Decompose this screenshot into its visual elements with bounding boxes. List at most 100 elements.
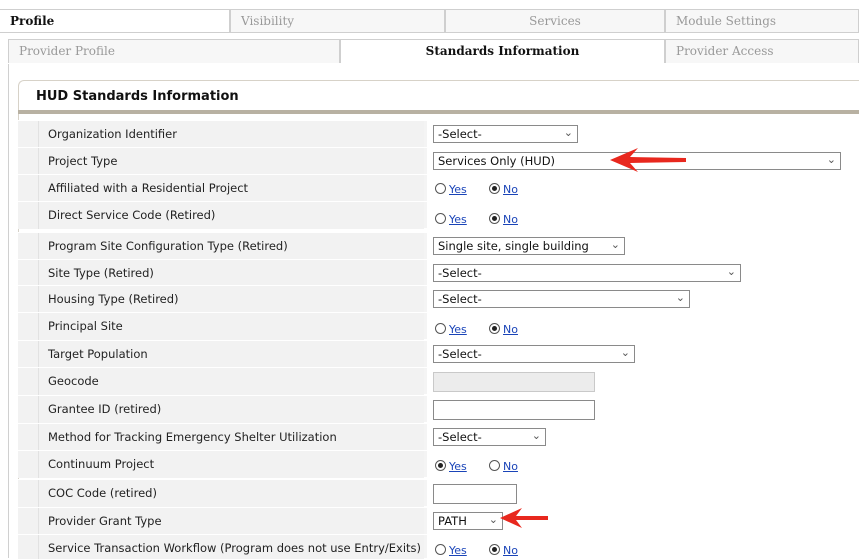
radio-yes-label[interactable]: Yes (449, 183, 467, 196)
row-program-site-config: Program Site Configuration Type (Retired… (18, 232, 859, 260)
row-gutter (18, 368, 39, 395)
radio-no[interactable]: No (489, 543, 518, 557)
site-type-select[interactable]: -Select- ⌄ (433, 264, 741, 282)
tab-visibility-label: Visibility (241, 14, 295, 28)
row-gutter (18, 341, 39, 368)
row-service-transaction-workflow: Service Transaction Workflow (Program do… (18, 534, 859, 559)
radio-yes-label[interactable]: Yes (449, 323, 467, 336)
target-population-select[interactable]: -Select- ⌄ (433, 345, 635, 363)
value-cell (427, 368, 859, 395)
select-value: PATH (438, 514, 467, 528)
row-label: Grantee ID (retired) (48, 402, 162, 416)
chevron-down-icon: ⌄ (531, 429, 541, 442)
row-gutter (18, 175, 39, 202)
tab-standards-information[interactable]: Standards Information (340, 39, 665, 63)
row-label: Provider Grant Type (48, 514, 162, 528)
tab-visibility[interactable]: Visibility (230, 9, 445, 33)
value-cell: Yes No (427, 175, 859, 202)
row-label: Method for Tracking Emergency Shelter Ut… (48, 430, 337, 444)
coc-code-field[interactable] (433, 484, 517, 504)
value-cell: Single site, single building ⌄ (427, 233, 859, 260)
row-site-type: Site Type (Retired) -Select- ⌄ (18, 259, 859, 287)
row-gutter (18, 508, 39, 535)
tab-module-settings[interactable]: Module Settings (665, 9, 859, 33)
top-tab-bar: Profile Visibility Services Module Setti… (0, 0, 859, 33)
radio-no-label[interactable]: No (503, 544, 518, 557)
red-arrow-icon (500, 508, 548, 528)
tracking-method-select[interactable]: -Select- ⌄ (433, 428, 546, 446)
panel-title-rule (18, 110, 859, 114)
value-cell: -Select- ⌄ (427, 341, 859, 368)
radio-yes-label[interactable]: Yes (449, 544, 467, 557)
select-value: Single site, single building (438, 239, 589, 253)
radio-no-label[interactable]: No (503, 460, 518, 473)
chevron-down-icon: ⌄ (826, 153, 836, 166)
value-cell: Yes No (427, 202, 859, 229)
row-gutter (18, 148, 39, 175)
row-gutter (18, 313, 39, 340)
row-coc-code: COC Code (retired) (18, 479, 859, 507)
select-value: -Select- (438, 292, 482, 306)
provider-grant-type-select[interactable]: PATH ⌄ (433, 512, 503, 530)
row-target-population: Target Population -Select- ⌄ (18, 340, 859, 368)
select-value: -Select- (438, 127, 482, 141)
chevron-down-icon: ⌄ (726, 265, 736, 278)
row-grantee-id: Grantee ID (retired) (18, 395, 859, 423)
row-project-type: Project Type Services Only (HUD) ⌄ (18, 147, 859, 175)
tab-services[interactable]: Services (445, 9, 665, 33)
chevron-down-icon: ⌄ (610, 238, 620, 251)
row-organization-identifier: Organization Identifier -Select- ⌄ (18, 120, 859, 148)
sub-tab-bar: Provider Profile Standards Information P… (0, 36, 859, 66)
value-cell: PATH ⌄ (427, 508, 859, 535)
organization-identifier-select[interactable]: -Select- ⌄ (433, 125, 578, 143)
row-gutter (18, 286, 39, 313)
tab-provider-access[interactable]: Provider Access (665, 39, 859, 63)
row-provider-grant-type: Provider Grant Type PATH ⌄ (18, 507, 859, 535)
radio-yes[interactable]: Yes (435, 459, 467, 473)
radio-yes[interactable]: Yes (435, 322, 467, 336)
radio-yes[interactable]: Yes (435, 543, 467, 557)
radio-no[interactable]: No (489, 212, 518, 226)
tab-profile[interactable]: Profile (0, 9, 230, 33)
radio-yes[interactable]: Yes (435, 212, 467, 226)
row-housing-type: Housing Type (Retired) -Select- ⌄ (18, 285, 859, 313)
tab-provider-profile-label: Provider Profile (19, 44, 115, 58)
tab-module-settings-label: Module Settings (676, 14, 777, 28)
program-site-config-select[interactable]: Single site, single building ⌄ (433, 237, 625, 255)
row-gutter (18, 396, 39, 423)
grantee-id-field[interactable] (433, 400, 595, 420)
radio-no-label[interactable]: No (503, 213, 518, 226)
geocode-field (433, 372, 595, 392)
tab-provider-access-label: Provider Access (676, 44, 774, 58)
radio-yes-dot (435, 544, 446, 555)
row-gutter (18, 202, 39, 229)
radio-no-dot (489, 460, 500, 471)
radio-no-label[interactable]: No (503, 323, 518, 336)
radio-yes-dot (435, 183, 446, 194)
radio-yes-label[interactable]: Yes (449, 213, 467, 226)
radio-yes-label[interactable]: Yes (449, 460, 467, 473)
chevron-down-icon: ⌄ (620, 346, 630, 359)
value-cell (427, 480, 859, 507)
row-label: Program Site Configuration Type (Retired… (48, 239, 288, 253)
row-gutter (18, 451, 39, 478)
row-direct-service-code: Direct Service Code (Retired) Yes No (18, 201, 859, 229)
radio-no-label[interactable]: No (503, 183, 518, 196)
radio-no[interactable]: No (489, 322, 518, 336)
radio-yes[interactable]: Yes (435, 182, 467, 196)
select-value: -Select- (438, 266, 482, 280)
value-cell: -Select- ⌄ (427, 260, 859, 287)
row-tracking-method: Method for Tracking Emergency Shelter Ut… (18, 423, 859, 451)
row-label: Affiliated with a Residential Project (48, 181, 249, 195)
radio-yes-dot (435, 213, 446, 224)
radio-no[interactable]: No (489, 459, 518, 473)
value-cell: -Select- ⌄ (427, 121, 859, 148)
panel-title: HUD Standards Information (36, 89, 239, 104)
row-geocode: Geocode (18, 367, 859, 395)
radio-no[interactable]: No (489, 182, 518, 196)
tab-provider-profile[interactable]: Provider Profile (8, 39, 340, 63)
row-label: Project Type (48, 154, 118, 168)
housing-type-select[interactable]: -Select- ⌄ (433, 290, 690, 308)
row-label: Direct Service Code (Retired) (48, 208, 216, 222)
row-gutter (18, 260, 39, 287)
